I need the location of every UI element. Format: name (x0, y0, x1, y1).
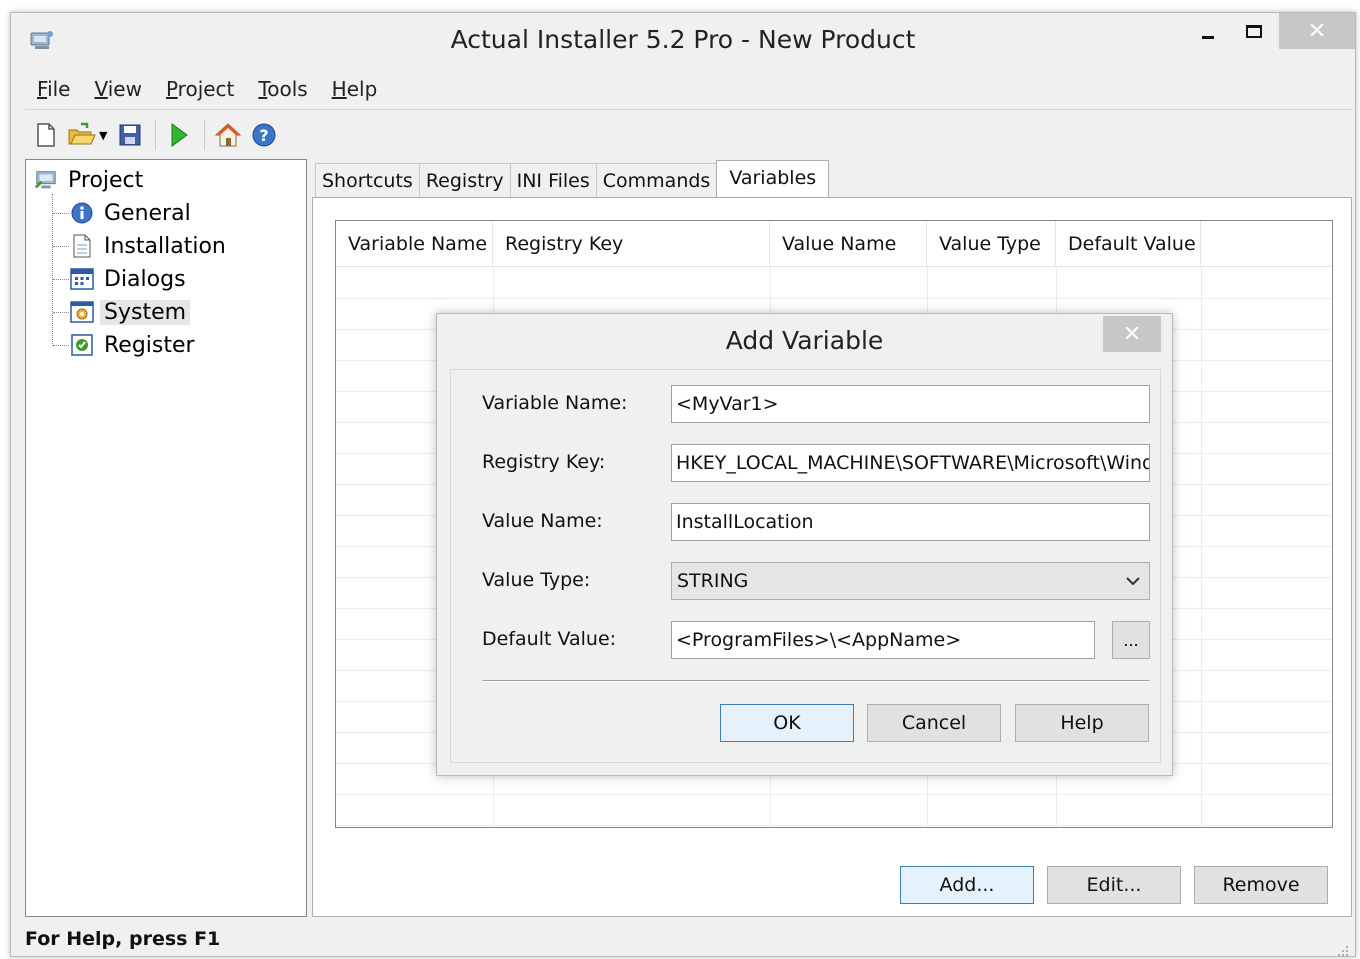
tree-item-system[interactable]: System (70, 296, 191, 328)
column-header-value-type[interactable]: Value Type (927, 221, 1056, 267)
tree-item-register[interactable]: Register (70, 329, 195, 361)
menu-file[interactable]: File (25, 71, 82, 107)
menu-view[interactable]: View (82, 71, 153, 107)
tab-registry[interactable]: Registry (418, 163, 511, 197)
minimize-icon (1202, 35, 1214, 39)
value-type-label: Value Type: (482, 569, 591, 591)
tree-item-project[interactable]: Project (34, 164, 143, 196)
ok-button[interactable]: OK (720, 704, 854, 742)
grid-row-line (336, 794, 1332, 795)
menu-separator (25, 109, 1353, 110)
column-header-registry-key[interactable]: Registry Key (493, 221, 770, 267)
help-button[interactable]: ? (249, 120, 279, 150)
open-button[interactable] (67, 120, 97, 150)
value-type-selected: STRING (677, 570, 749, 592)
title-bar[interactable]: Actual Installer 5.2 Pro - New Product ✕ (11, 13, 1355, 69)
tree-connector (53, 312, 69, 313)
tab-strip: Shortcuts Registry INI Files Commands Va… (315, 160, 830, 198)
grid-row-line (336, 298, 1332, 299)
tree-connector (53, 279, 69, 280)
dialog-help-button[interactable]: Help (1015, 704, 1149, 742)
toolbar-separator (155, 120, 157, 150)
registry-key-input[interactable]: HKEY_LOCAL_MACHINE\SOFTWARE\Microsoft\Wi… (671, 444, 1150, 482)
maximize-icon (1246, 24, 1262, 38)
dialog-body: Variable Name: <MyVar1> Registry Key: HK… (450, 369, 1161, 763)
tab-shortcuts[interactable]: Shortcuts (315, 163, 420, 197)
variable-name-input[interactable]: <MyVar1> (671, 385, 1150, 423)
dialog-close-button[interactable]: ✕ (1103, 316, 1161, 352)
open-folder-icon (68, 122, 96, 145)
remove-button[interactable]: Remove (1194, 866, 1328, 904)
tree-connector (53, 246, 69, 247)
dialog-icon (70, 267, 94, 291)
save-icon (119, 124, 141, 146)
maximize-button[interactable] (1233, 13, 1275, 49)
grid-column-line (1201, 267, 1202, 827)
registry-key-label: Registry Key: (482, 451, 606, 473)
cancel-button[interactable]: Cancel (867, 704, 1001, 742)
browse-button[interactable]: ... (1112, 621, 1150, 659)
grid-row-line (336, 825, 1332, 826)
edit-button[interactable]: Edit... (1047, 866, 1181, 904)
svg-text:?: ? (260, 126, 269, 145)
tree-connector (52, 194, 53, 346)
window-title: Actual Installer 5.2 Pro - New Product (450, 25, 916, 54)
new-file-icon (37, 123, 55, 147)
tab-commands[interactable]: Commands (595, 163, 718, 197)
tab-ini-files[interactable]: INI Files (509, 163, 597, 197)
system-icon (70, 300, 94, 324)
default-value-input[interactable]: <ProgramFiles>\<AppName> (671, 621, 1095, 659)
tree-item-dialogs[interactable]: Dialogs (70, 263, 186, 295)
tree-item-installation[interactable]: Installation (70, 230, 226, 262)
close-icon: ✕ (1307, 18, 1327, 44)
default-value-label: Default Value: (482, 628, 617, 650)
home-icon (215, 123, 242, 147)
value-type-select[interactable]: STRING (671, 562, 1150, 600)
value-name-input[interactable]: InstallLocation (671, 503, 1150, 541)
tree-item-general[interactable]: General (70, 197, 191, 229)
open-dropdown-icon[interactable]: ▼ (99, 129, 107, 142)
help-icon: ? (252, 123, 276, 147)
dialog-separator (482, 680, 1150, 682)
new-button[interactable] (31, 120, 61, 150)
close-icon: ✕ (1122, 321, 1142, 347)
tree-connector (53, 213, 69, 214)
menu-project[interactable]: Project (154, 71, 246, 107)
build-run-button[interactable] (164, 120, 194, 150)
save-button[interactable] (115, 120, 145, 150)
project-tree: Project General Installation Dialogs Sys… (25, 159, 307, 917)
dialog-title: Add Variable (725, 326, 884, 355)
column-header-value-name[interactable]: Value Name (770, 221, 927, 267)
chevron-down-icon (1125, 563, 1141, 612)
document-icon (70, 234, 94, 258)
value-name-label: Value Name: (482, 510, 603, 532)
project-icon (34, 168, 58, 192)
toolbar-separator (204, 120, 206, 150)
resize-grip-icon[interactable] (1337, 940, 1349, 956)
tab-variables[interactable]: Variables (716, 160, 830, 198)
column-header-default-value[interactable]: Default Value (1056, 221, 1201, 267)
menu-help[interactable]: Help (320, 71, 390, 107)
grid-header: Variable Name Registry Key Value Name Va… (336, 221, 1332, 267)
menu-bar: File View Project Tools Help (25, 71, 389, 107)
home-button[interactable] (213, 120, 243, 150)
run-icon (171, 123, 189, 147)
status-bar: For Help, press F1 (25, 928, 221, 950)
variable-name-label: Variable Name: (482, 392, 628, 414)
info-icon (70, 201, 94, 225)
toolbar: ▼ ? (31, 117, 285, 153)
add-button[interactable]: Add... (900, 866, 1034, 904)
minimize-button[interactable] (1187, 13, 1229, 49)
register-icon (70, 333, 94, 357)
tree-connector (53, 345, 69, 346)
menu-tools[interactable]: Tools (246, 71, 319, 107)
add-variable-dialog: Add Variable ✕ Variable Name: <MyVar1> R… (436, 313, 1173, 776)
column-header-variable-name[interactable]: Variable Name (336, 221, 493, 267)
close-button[interactable]: ✕ (1279, 13, 1355, 49)
